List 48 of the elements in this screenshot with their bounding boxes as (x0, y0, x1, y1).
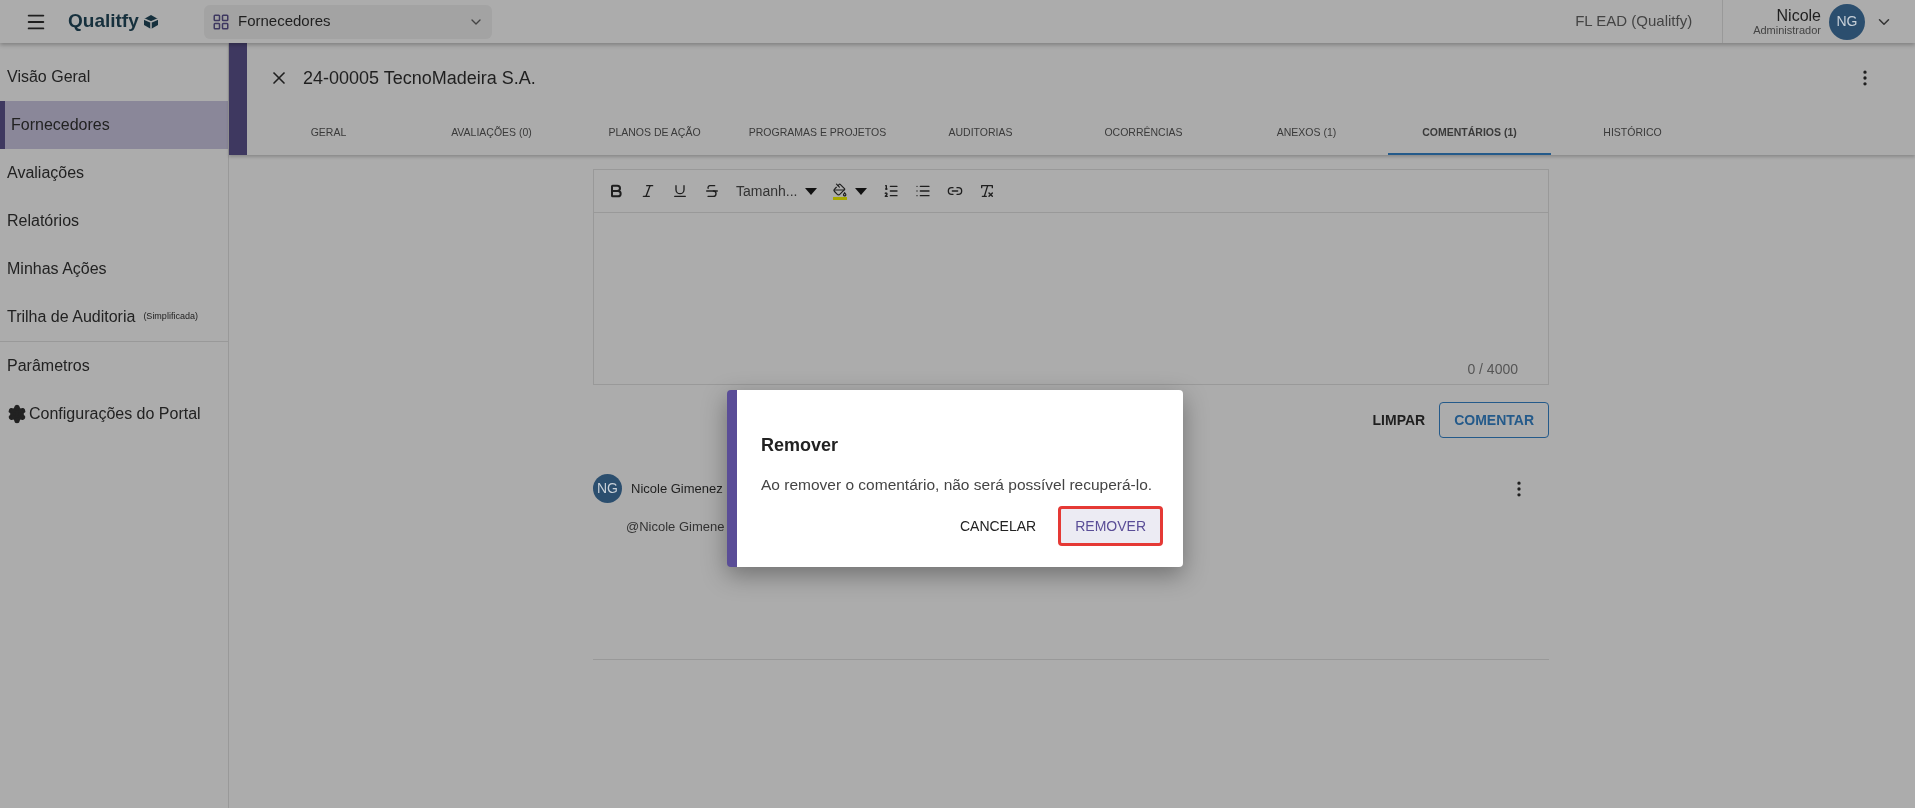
cancel-button[interactable]: CANCELAR (959, 508, 1037, 545)
sidebar-item[interactable]: Configurações do Portal (0, 390, 228, 438)
tab[interactable]: AUDITORIAS (899, 113, 1062, 155)
author-avatar: NG (593, 474, 622, 503)
remove-button[interactable]: REMOVER (1058, 506, 1163, 547)
tab[interactable]: OCORRÊNCIAS (1062, 113, 1225, 155)
sidebar-item[interactable]: Parâmetros (0, 342, 228, 390)
sidebar-item[interactable]: Trilha de Auditoria (Simplificada) (0, 293, 228, 341)
comment-author: Nicole Gimenez (631, 479, 723, 498)
sidebar-item[interactable]: Avaliações (0, 149, 228, 197)
bullet-list-icon[interactable] (915, 183, 932, 199)
tab[interactable]: PROGRAMAS E PROJETOS (736, 113, 899, 155)
dialog-title: Remover (761, 434, 840, 457)
numbered-list-icon[interactable] (883, 183, 900, 199)
sidebar-item[interactable]: Fornecedores (0, 101, 228, 149)
font-size-select[interactable]: Tamanh... (736, 180, 818, 202)
tenant-name: FL EAD (Qualitfy) (1575, 11, 1693, 32)
fill-color-picker[interactable] (833, 182, 868, 200)
clear-button[interactable]: LIMPAR (1368, 402, 1430, 438)
module-select[interactable]: Fornecedores (204, 4, 492, 39)
gear-icon (7, 404, 27, 424)
tab[interactable]: AVALIAÇÕES (0) (410, 113, 573, 155)
cube-logo-icon (142, 13, 159, 30)
sidebar-item[interactable]: Minhas Ações (0, 245, 228, 293)
text-area[interactable]: 0 / 4000 (594, 213, 1548, 384)
italic-icon[interactable] (640, 183, 656, 199)
user-name: Nicole (1776, 6, 1821, 24)
bold-icon[interactable] (608, 183, 624, 199)
sidebar-item[interactable]: Visão Geral (0, 53, 228, 101)
tab[interactable]: GERAL (247, 113, 410, 155)
user-role: Administrador (1753, 23, 1821, 37)
strikethrough-icon[interactable] (704, 183, 720, 199)
sidebar-item[interactable]: Relatórios (0, 197, 228, 245)
tab[interactable]: HISTÓRICO (1551, 113, 1714, 155)
paint-bucket-icon (833, 182, 848, 197)
grid-icon (212, 12, 230, 31)
logo-text: Qualitfy (68, 9, 139, 34)
user-avatar[interactable]: NG (1829, 3, 1865, 40)
tab[interactable]: COMENTÁRIOS (1) (1388, 113, 1551, 155)
tab[interactable]: PLANOS DE AÇÃO (573, 113, 736, 155)
underline-icon[interactable] (672, 183, 688, 199)
character-counter: 0 / 4000 (1467, 360, 1518, 379)
tab[interactable]: ANEXOS (1) (1225, 113, 1388, 155)
clear-format-icon[interactable] (979, 183, 996, 199)
record-title: 24-00005 TecnoMadeira S.A. (303, 66, 536, 90)
dialog-message: Ao remover o comentário, não será possível recuperá-lo. (761, 475, 1154, 495)
comment-button[interactable]: COMENTAR (1439, 402, 1549, 438)
comment-text: @Nicole Gimene (626, 518, 725, 536)
